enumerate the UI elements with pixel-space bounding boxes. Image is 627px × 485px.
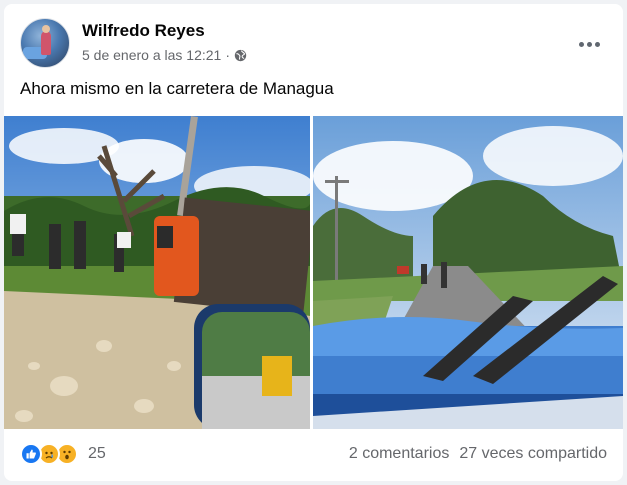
author-name[interactable]: Wilfredo Reyes — [82, 21, 205, 41]
meta-separator: · — [225, 47, 231, 63]
more-options-icon[interactable] — [571, 26, 607, 62]
post-card: Wilfredo Reyes 5 de enero a las 12:21 · … — [4, 4, 623, 481]
post-footer: 25 2 comentarios 27 veces compartido — [20, 436, 607, 472]
avatar[interactable] — [20, 18, 70, 68]
photo-grid — [4, 116, 623, 429]
reaction-count[interactable]: 25 — [88, 445, 106, 463]
road-windshield-photo[interactable] — [313, 116, 623, 429]
globe-icon[interactable] — [234, 49, 247, 62]
post-header: Wilfredo Reyes 5 de enero a las 12:21 · — [20, 18, 607, 68]
post-text: Ahora mismo en la carretera de Managua — [20, 79, 334, 98]
overturned-truck-photo[interactable] — [4, 116, 310, 429]
shares-count[interactable]: 27 veces compartido — [459, 445, 607, 463]
like-icon — [20, 443, 42, 465]
post-meta: 5 de enero a las 12:21 · — [82, 47, 247, 63]
post-stats: 2 comentarios 27 veces compartido — [349, 445, 607, 463]
post-timestamp[interactable]: 5 de enero a las 12:21 — [82, 47, 221, 63]
reactions[interactable] — [20, 443, 78, 465]
comments-count[interactable]: 2 comentarios — [349, 445, 450, 463]
